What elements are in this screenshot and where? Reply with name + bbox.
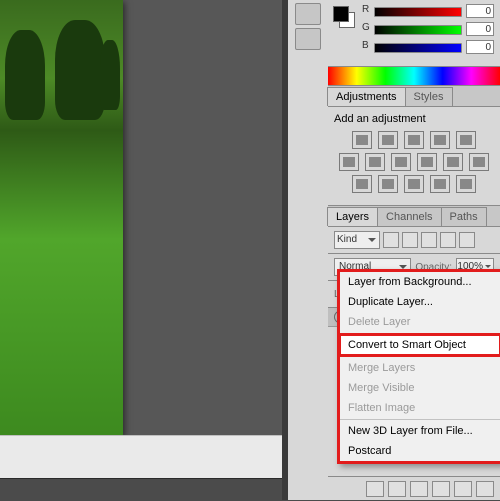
image-content xyxy=(100,40,120,110)
history-icon[interactable] xyxy=(295,3,321,25)
color-panel: R 0 G 0 B 0 xyxy=(328,0,500,67)
photo-filter-icon[interactable] xyxy=(417,153,437,171)
menu-merge-layers: Merge Layers xyxy=(340,358,500,378)
menu-postcard[interactable]: Postcard xyxy=(340,441,500,461)
filter-type-icon[interactable] xyxy=(421,232,437,248)
filter-smart-icon[interactable] xyxy=(459,232,475,248)
red-value-input[interactable]: 0 xyxy=(466,4,494,18)
menu-new-3d-layer[interactable]: New 3D Layer from File... xyxy=(340,421,500,441)
vibrance-icon[interactable] xyxy=(456,131,476,149)
delete-layer-icon[interactable] xyxy=(476,481,494,497)
green-label: G xyxy=(362,22,372,33)
color-balance-icon[interactable] xyxy=(365,153,385,171)
properties-icon[interactable] xyxy=(295,28,321,50)
menu-layer-from-background[interactable]: Layer from Background... xyxy=(340,272,500,292)
color-spectrum[interactable] xyxy=(328,67,500,86)
filter-pixel-icon[interactable] xyxy=(383,232,399,248)
menu-convert-to-smart-object[interactable]: Convert to Smart Object xyxy=(340,335,500,355)
menu-delete-layer: Delete Layer xyxy=(340,312,500,332)
exposure-icon[interactable] xyxy=(430,131,450,149)
menu-merge-visible: Merge Visible xyxy=(340,378,500,398)
green-value-input[interactable]: 0 xyxy=(466,22,494,36)
adjustments-tabstrip: Adjustments Styles xyxy=(328,86,500,107)
blue-label: B xyxy=(362,40,372,51)
menu-separator xyxy=(340,333,500,334)
posterize-icon[interactable] xyxy=(378,175,398,193)
tab-styles[interactable]: Styles xyxy=(405,87,453,106)
threshold-icon[interactable] xyxy=(404,175,424,193)
selective-color-icon[interactable] xyxy=(456,175,476,193)
link-layers-icon[interactable] xyxy=(366,481,384,497)
hue-saturation-icon[interactable] xyxy=(339,153,359,171)
layers-footer xyxy=(328,476,500,500)
tab-layers[interactable]: Layers xyxy=(327,207,378,226)
gradient-map-icon[interactable] xyxy=(430,175,450,193)
menu-duplicate-layer[interactable]: Duplicate Layer... xyxy=(340,292,500,312)
channel-mixer-icon[interactable] xyxy=(443,153,463,171)
curves-icon[interactable] xyxy=(404,131,424,149)
adjustments-panel: Add an adjustment xyxy=(328,107,500,206)
adjustments-title: Add an adjustment xyxy=(334,113,494,125)
new-group-icon[interactable] xyxy=(432,481,450,497)
invert-icon[interactable] xyxy=(352,175,372,193)
menu-flatten-image: Flatten Image xyxy=(340,398,500,418)
color-lookup-icon[interactable] xyxy=(469,153,489,171)
red-label: R xyxy=(362,4,372,15)
red-slider[interactable] xyxy=(374,7,462,17)
layer-context-menu: Layer from Background... Duplicate Layer… xyxy=(337,269,500,464)
green-slider[interactable] xyxy=(374,25,462,35)
brightness-contrast-icon[interactable] xyxy=(352,131,372,149)
menu-separator xyxy=(340,419,500,420)
tab-adjustments[interactable]: Adjustments xyxy=(327,87,406,106)
layer-filter-row: Kind xyxy=(328,227,500,254)
black-white-icon[interactable] xyxy=(391,153,411,171)
blue-value-input[interactable]: 0 xyxy=(466,40,494,54)
menu-separator xyxy=(340,356,500,357)
document-image[interactable] xyxy=(0,0,123,435)
canvas-area[interactable] xyxy=(0,0,283,500)
filter-shape-icon[interactable] xyxy=(440,232,456,248)
foreground-color-swatch[interactable] xyxy=(333,6,349,22)
canvas-chrome xyxy=(0,435,282,501)
blue-slider[interactable] xyxy=(374,43,462,53)
tab-paths[interactable]: Paths xyxy=(441,207,487,226)
new-layer-icon[interactable] xyxy=(454,481,472,497)
image-content xyxy=(5,30,45,120)
collapsed-panel-dock xyxy=(288,0,329,500)
image-content xyxy=(55,20,105,120)
foreground-background-swatch[interactable] xyxy=(333,6,355,28)
layer-mask-icon[interactable] xyxy=(410,481,428,497)
tab-channels[interactable]: Channels xyxy=(377,207,441,226)
filter-adjustment-icon[interactable] xyxy=(402,232,418,248)
levels-icon[interactable] xyxy=(378,131,398,149)
layer-kind-select[interactable]: Kind xyxy=(334,231,380,249)
layer-style-icon[interactable] xyxy=(388,481,406,497)
layers-tabstrip: Layers Channels Paths xyxy=(328,206,500,227)
